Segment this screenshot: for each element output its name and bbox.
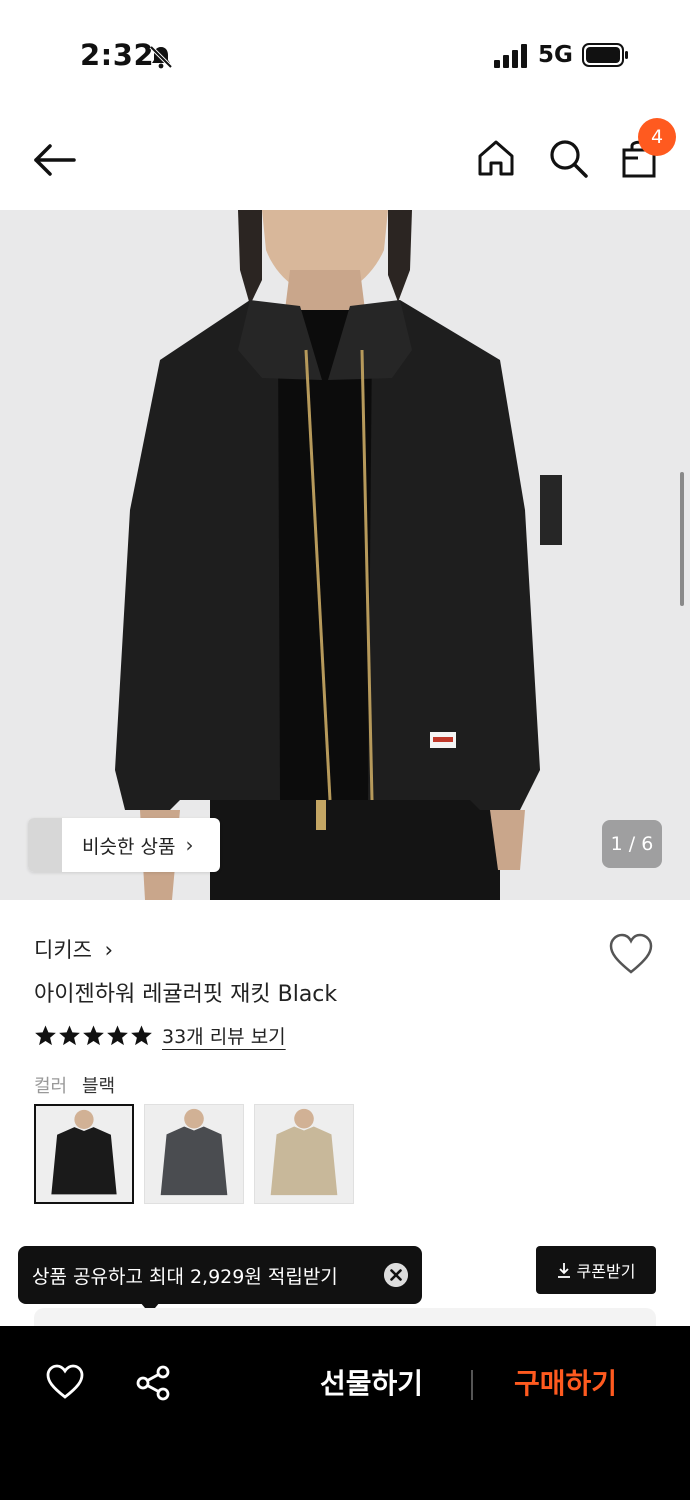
download-icon [557, 1263, 570, 1278]
star-icon [59, 1025, 80, 1046]
close-icon[interactable] [384, 1263, 408, 1287]
back-arrow-icon[interactable] [32, 140, 78, 180]
product-image-carousel[interactable]: 비슷한 상품 › 1 / 6 [0, 210, 690, 900]
image-page-counter: 1 / 6 [602, 820, 662, 868]
product-photo [0, 210, 690, 900]
swatch-khaki[interactable] [254, 1104, 354, 1204]
similar-products-label: 비슷한 상품 [82, 835, 176, 858]
rating-stars [34, 1024, 153, 1047]
color-label: 컬러 [34, 1076, 68, 1097]
battery-icon [582, 43, 628, 67]
status-time: 2:32 [80, 38, 155, 72]
heart-icon[interactable] [608, 932, 654, 976]
brand-link[interactable]: 디키즈 › [34, 934, 113, 964]
reviews-link[interactable]: 33개 리뷰 보기 [162, 1022, 286, 1049]
share-reward-tooltip[interactable]: 상품 공유하고 최대 2,929원 적립받기 [18, 1246, 422, 1304]
bottom-action-bar: 선물하기 구매하기 [0, 1326, 690, 1500]
chevron-right-icon: › [185, 833, 194, 857]
star-icon [131, 1025, 152, 1046]
swatch-charcoal-image [145, 1105, 243, 1203]
brand-name: 디키즈 [34, 938, 92, 962]
star-icon [83, 1025, 104, 1046]
color-value: 블랙 [82, 1076, 116, 1097]
swatch-khaki-image [255, 1105, 353, 1203]
search-icon[interactable] [546, 136, 590, 180]
chevron-right-icon: › [104, 938, 114, 962]
coupon-button[interactable]: 쿠폰받기 [536, 1246, 656, 1294]
cart-count-badge: 4 [638, 118, 676, 156]
similar-products-button[interactable]: 비슷한 상품 › [28, 818, 220, 872]
color-swatches [34, 1104, 354, 1204]
gift-button[interactable]: 선물하기 [320, 1362, 423, 1402]
share-icon[interactable] [134, 1364, 172, 1402]
heart-icon[interactable] [46, 1364, 84, 1400]
star-icon [35, 1025, 56, 1046]
home-icon[interactable] [474, 136, 518, 180]
coupon-label: 쿠폰받기 [576, 1262, 636, 1281]
status-bar: 2:32 5G [0, 0, 690, 110]
top-nav: 4 [0, 110, 690, 210]
scroll-indicator [680, 472, 684, 606]
bell-slash-icon [149, 45, 173, 69]
swatch-charcoal[interactable] [144, 1104, 244, 1204]
swatch-black[interactable] [34, 1104, 134, 1204]
signal-icon [494, 44, 527, 68]
buy-button[interactable]: 구매하기 [514, 1362, 617, 1402]
similar-thumbnail [28, 818, 62, 872]
network-type: 5G [538, 42, 573, 68]
divider [471, 1370, 473, 1400]
product-title: 아이젠하워 레귤러핏 재킷 Black [34, 982, 338, 1007]
swatch-black-image [36, 1106, 132, 1202]
share-reward-text: 상품 공유하고 최대 2,929원 적립받기 [32, 1265, 338, 1288]
star-icon [107, 1025, 128, 1046]
